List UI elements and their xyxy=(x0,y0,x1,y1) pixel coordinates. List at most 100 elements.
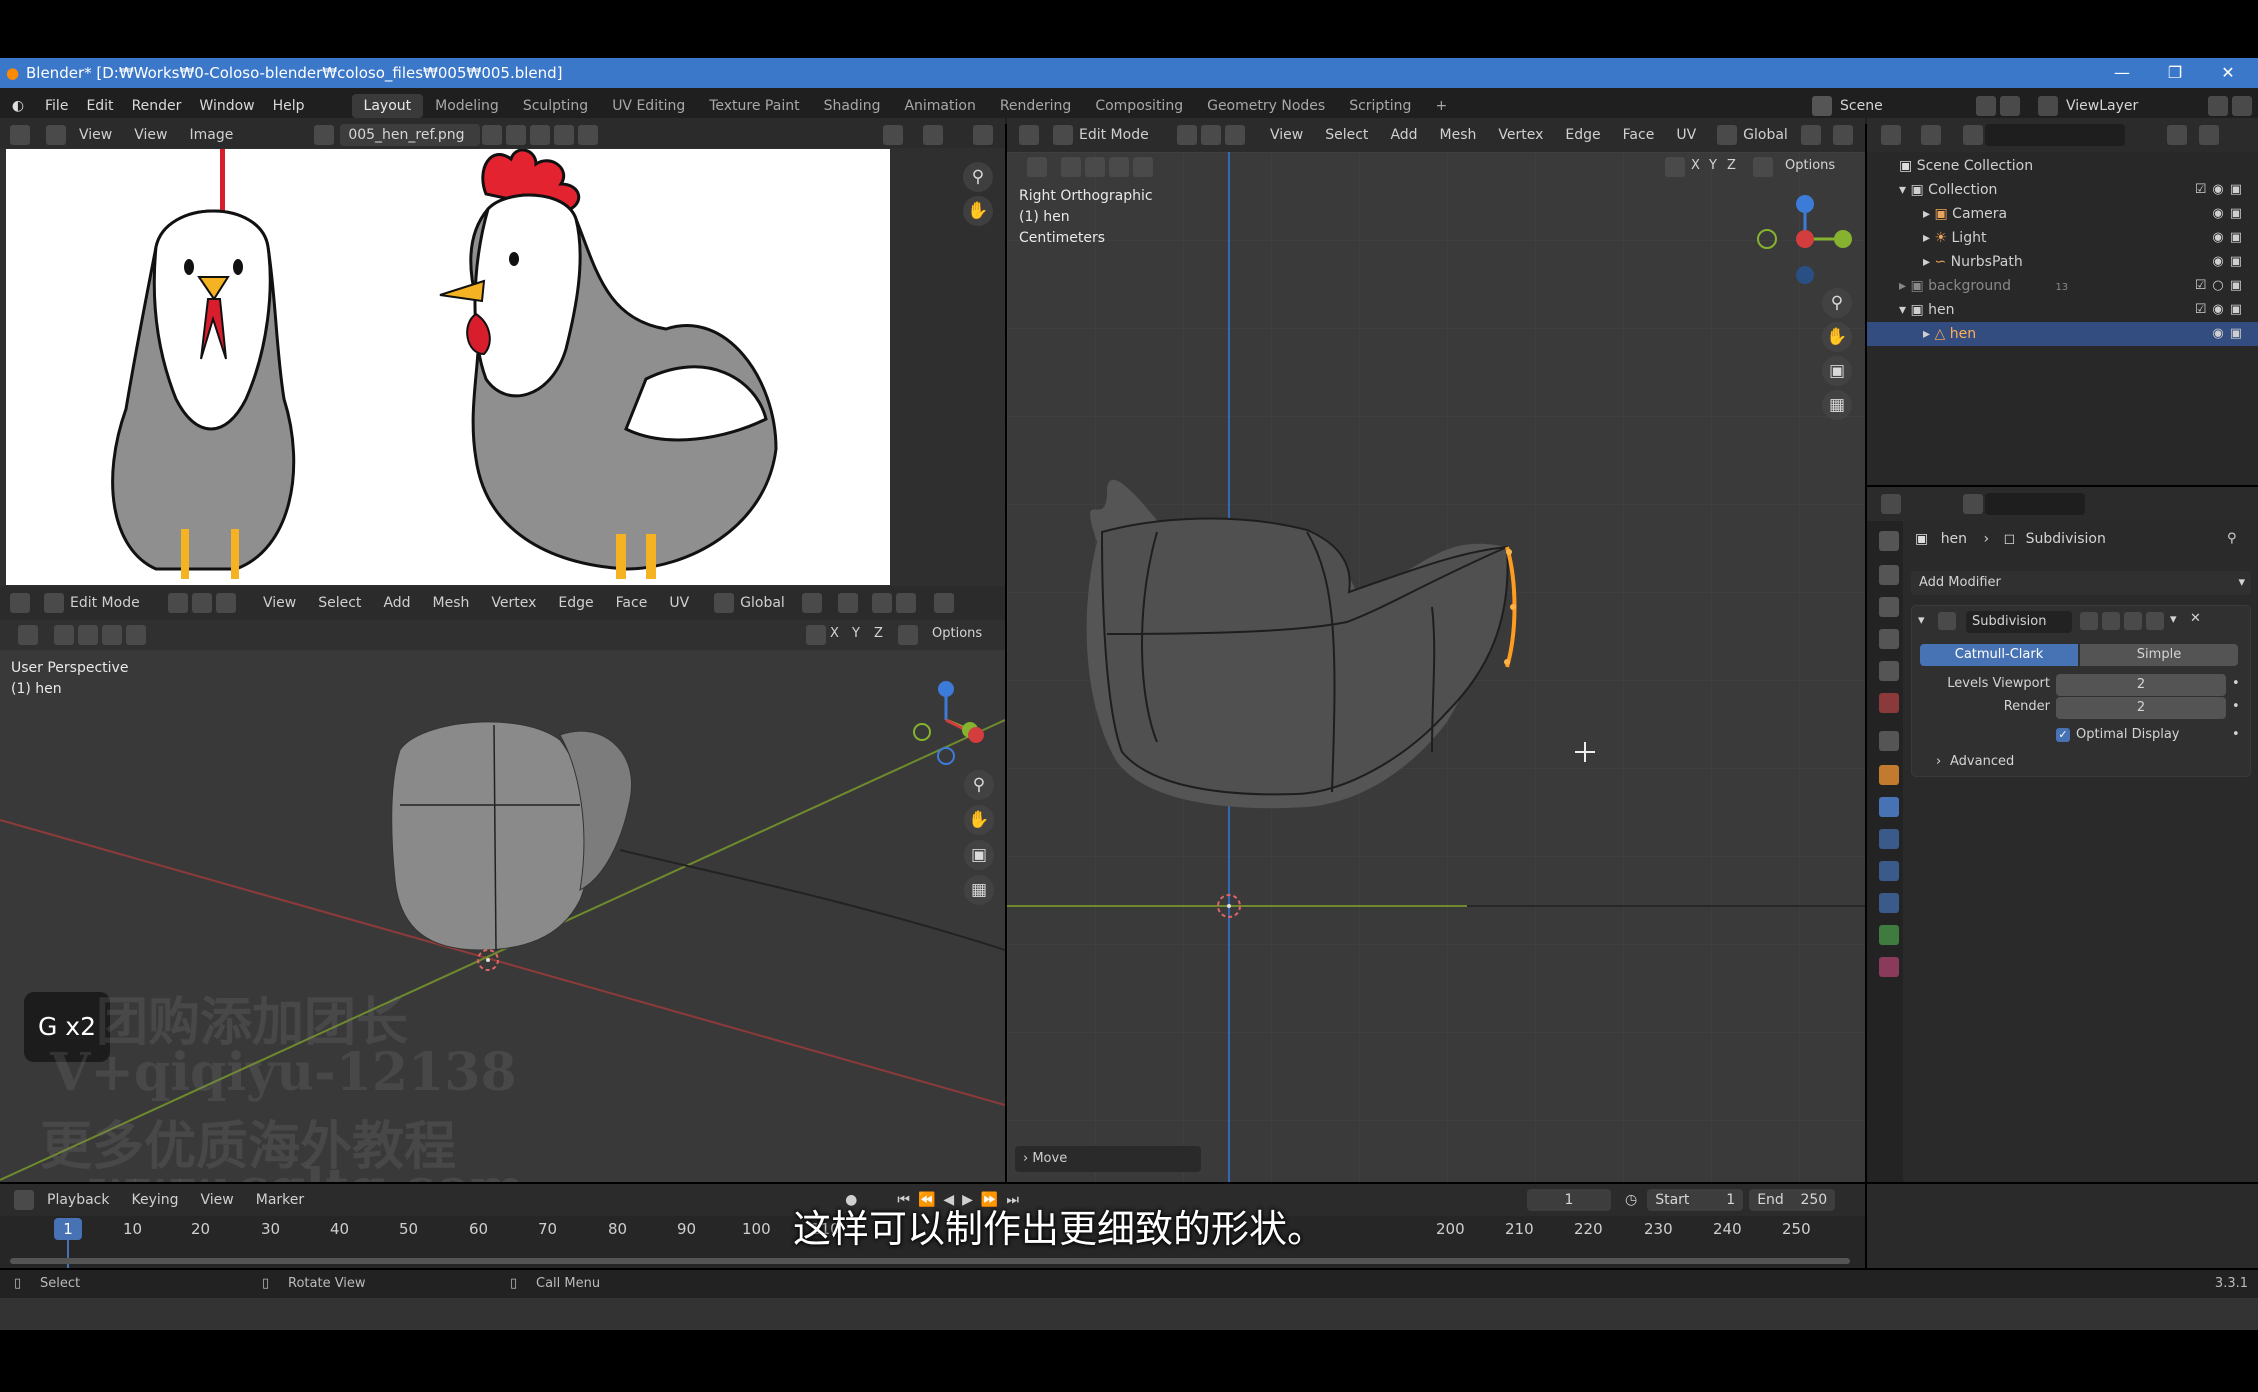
menu-render[interactable]: Render xyxy=(123,98,191,114)
view-mode-icon[interactable] xyxy=(46,125,66,145)
outliner-row-hen-collection[interactable]: ▾ ▣ hen ☑◉▣ xyxy=(1867,298,2258,322)
image-editor-area[interactable]: ⚲ ✋ xyxy=(0,148,1005,586)
new-image-icon[interactable] xyxy=(506,125,527,145)
render-tab-icon[interactable] xyxy=(1879,565,1899,585)
left-menu-view[interactable]: View xyxy=(252,595,307,611)
blender-menu-icon[interactable]: ◐ xyxy=(0,98,36,114)
snap-icon[interactable] xyxy=(1833,125,1854,145)
object-tab-icon[interactable] xyxy=(1879,765,1899,785)
pin-icon[interactable] xyxy=(578,125,599,145)
snap-icon[interactable] xyxy=(838,593,859,613)
select-mode-subtract-icon[interactable] xyxy=(1109,157,1129,177)
ortho-grid-icon[interactable]: ▦ xyxy=(964,875,994,905)
tab-compositing[interactable]: Compositing xyxy=(1083,94,1195,118)
keyframe-dot-icon[interactable]: • xyxy=(2232,699,2240,714)
left-axis-z[interactable]: Z xyxy=(874,626,883,641)
on-cage-icon[interactable] xyxy=(2102,612,2120,630)
chevron-down-icon[interactable]: ▾ xyxy=(1899,182,1906,198)
restore-button[interactable]: ❐ xyxy=(2155,58,2195,88)
left-menu-vertex[interactable]: Vertex xyxy=(480,595,547,611)
vertex-select-icon[interactable] xyxy=(1177,125,1197,145)
select-mode-extend-icon[interactable] xyxy=(78,625,98,645)
physics-tab-icon[interactable] xyxy=(1879,861,1899,881)
select-mode-new-icon[interactable] xyxy=(54,625,74,645)
tab-shading[interactable]: Shading xyxy=(812,94,893,118)
chevron-right-icon[interactable]: ▸ xyxy=(1923,326,1930,342)
right-menu-select[interactable]: Select xyxy=(1314,127,1379,143)
image-view-dropdown[interactable]: View xyxy=(68,127,123,143)
tool-tab-icon[interactable] xyxy=(1879,531,1899,551)
optimal-display-checkbox[interactable]: ✓ xyxy=(2056,728,2070,742)
select-mode-invert-icon[interactable] xyxy=(126,625,146,645)
pan-hand-icon[interactable]: ✋ xyxy=(964,805,994,835)
right-menu-view[interactable]: View xyxy=(1259,127,1314,143)
subdiv-type-simple[interactable]: Simple xyxy=(2080,644,2238,666)
right-menu-add[interactable]: Add xyxy=(1379,127,1428,143)
properties-search-input[interactable] xyxy=(1985,493,2085,515)
edge-select-icon[interactable] xyxy=(192,593,212,613)
menu-edit[interactable]: Edit xyxy=(77,98,122,114)
menu-file[interactable]: File xyxy=(36,98,77,114)
edge-select-icon[interactable] xyxy=(1201,125,1221,145)
editor-type-icon[interactable] xyxy=(10,125,30,145)
left-options-dropdown[interactable]: Options xyxy=(932,626,982,641)
tool-icon[interactable] xyxy=(1027,157,1047,177)
visibility-toggles[interactable]: ☑◉▣ xyxy=(2195,178,2248,202)
left-axis-y[interactable]: Y xyxy=(852,626,860,641)
visibility-toggles[interactable]: ◉▣ xyxy=(2212,322,2248,346)
visibility-toggles[interactable]: ◉▣ xyxy=(2212,202,2248,226)
right-axis-x[interactable]: X xyxy=(1691,158,1700,173)
tool-icon[interactable] xyxy=(18,625,38,645)
editor-type-icon[interactable] xyxy=(10,593,30,613)
outliner-row-nurbspath[interactable]: ▸ ∽ NurbsPath ◉▣ xyxy=(1867,250,2258,274)
tab-geometry-nodes[interactable]: Geometry Nodes xyxy=(1195,94,1337,118)
constraints-tab-icon[interactable] xyxy=(1879,893,1899,913)
chevron-right-icon[interactable]: ▸ xyxy=(1923,254,1930,270)
chevron-right-icon[interactable]: ▸ xyxy=(1923,206,1930,222)
new-scene-icon[interactable] xyxy=(1976,96,1996,116)
chevron-down-icon[interactable]: ▾ xyxy=(1899,302,1906,318)
right-options-dropdown[interactable]: Options xyxy=(1785,158,1835,173)
add-modifier-dropdown[interactable]: Add Modifier ▾ xyxy=(1911,571,2251,595)
right-menu-mesh[interactable]: Mesh xyxy=(1429,127,1488,143)
left-mode-dropdown[interactable]: Edit Mode xyxy=(66,595,166,611)
chevron-down-icon[interactable]: ▾ xyxy=(2170,612,2177,627)
left-menu-add[interactable]: Add xyxy=(372,595,421,611)
right-menu-vertex[interactable]: Vertex xyxy=(1487,127,1554,143)
render-display-icon[interactable] xyxy=(2146,612,2164,630)
left-axis-x[interactable]: X xyxy=(830,626,839,641)
select-mode-invert-icon[interactable] xyxy=(1133,157,1153,177)
outliner-row-collection[interactable]: ▾ ▣ Collection ☑◉▣ xyxy=(1867,178,2258,202)
select-mode-subtract-icon[interactable] xyxy=(102,625,122,645)
editor-type-icon[interactable] xyxy=(1019,125,1039,145)
outliner-search-input[interactable] xyxy=(1985,124,2125,146)
outliner-row-camera[interactable]: ▸ ▣ Camera ◉▣ xyxy=(1867,202,2258,226)
pin-icon[interactable]: ⚲ xyxy=(2227,531,2237,546)
pivot-icon[interactable] xyxy=(802,593,823,613)
new-view-layer-icon[interactable] xyxy=(2208,96,2228,116)
camera-view-icon[interactable]: ▣ xyxy=(1822,356,1852,386)
tab-sculpting[interactable]: Sculpting xyxy=(511,94,600,118)
zoom-icon[interactable]: ⚲ xyxy=(963,162,993,192)
chevron-right-icon[interactable]: ▸ xyxy=(1899,278,1906,294)
chevron-right-icon[interactable]: ▸ xyxy=(1923,230,1930,246)
visibility-toggles[interactable]: ◉▣ xyxy=(2212,250,2248,274)
data-tab-icon[interactable] xyxy=(1879,925,1899,945)
delete-scene-icon[interactable] xyxy=(2000,96,2020,116)
right-axis-y[interactable]: Y xyxy=(1709,158,1717,173)
right-axis-z[interactable]: Z xyxy=(1727,158,1736,173)
editor-type-icon[interactable] xyxy=(1881,125,1901,145)
unlink-image-icon[interactable] xyxy=(554,125,575,145)
falloff-icon[interactable] xyxy=(896,593,917,613)
close-window-button[interactable]: ✕ xyxy=(2208,58,2248,88)
select-mode-new-icon[interactable] xyxy=(1061,157,1081,177)
mirror-icon[interactable] xyxy=(806,625,826,645)
tab-layout[interactable]: Layout xyxy=(351,94,424,118)
outliner-row-light[interactable]: ▸ ☀ Light ◉▣ xyxy=(1867,226,2258,250)
right-menu-face[interactable]: Face xyxy=(1612,127,1666,143)
auto-merge-icon[interactable] xyxy=(1753,157,1773,177)
face-select-icon[interactable] xyxy=(1225,125,1245,145)
timeline-scrollbar[interactable] xyxy=(10,1258,1850,1264)
auto-merge-icon[interactable] xyxy=(898,625,918,645)
particles-tab-icon[interactable] xyxy=(1879,829,1899,849)
